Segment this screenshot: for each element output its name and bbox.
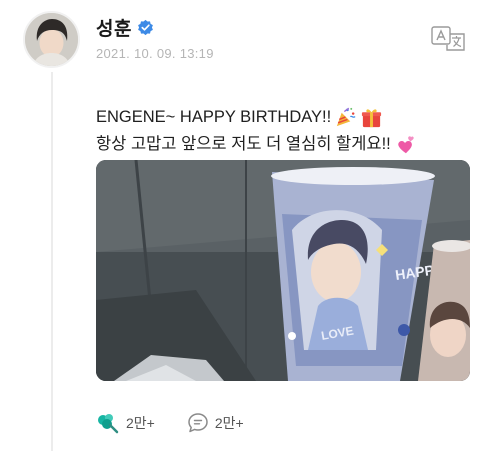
like-icon — [98, 414, 119, 434]
post-text-line-1: ENGENE~ HAPPY BIRTHDAY!! — [96, 108, 332, 126]
comment-button[interactable]: 2만+ — [187, 412, 244, 434]
translate-icon — [431, 26, 465, 51]
post-header: 성훈 2021. 10. 09. 13:19 — [96, 14, 214, 61]
translate-button[interactable] — [431, 26, 467, 52]
comment-icon — [188, 413, 208, 433]
post-text: ENGENE~ HAPPY BIRTHDAY!! 항상 고맙고 앞으로 저도 더… — [96, 104, 416, 158]
like-count: 2만+ — [126, 415, 155, 431]
party-popper-icon — [337, 107, 356, 127]
thread-line — [51, 72, 53, 451]
like-button[interactable]: 2만+ — [96, 412, 155, 434]
post-actions: 2만+ 2만+ — [96, 412, 244, 434]
gift-icon — [362, 109, 382, 128]
author-name[interactable]: 성훈 — [96, 14, 132, 41]
post-text-line-2: 항상 고맙고 앞으로 저도 더 열심히 할게요!! — [96, 135, 391, 153]
two-hearts-icon — [397, 135, 414, 153]
verified-badge-icon — [138, 19, 153, 36]
post-photo[interactable]: HAPPY LOVE — [96, 160, 470, 381]
timestamp: 2021. 10. 09. 13:19 — [96, 46, 214, 61]
comment-count: 2만+ — [214, 415, 244, 431]
avatar[interactable] — [23, 11, 80, 68]
